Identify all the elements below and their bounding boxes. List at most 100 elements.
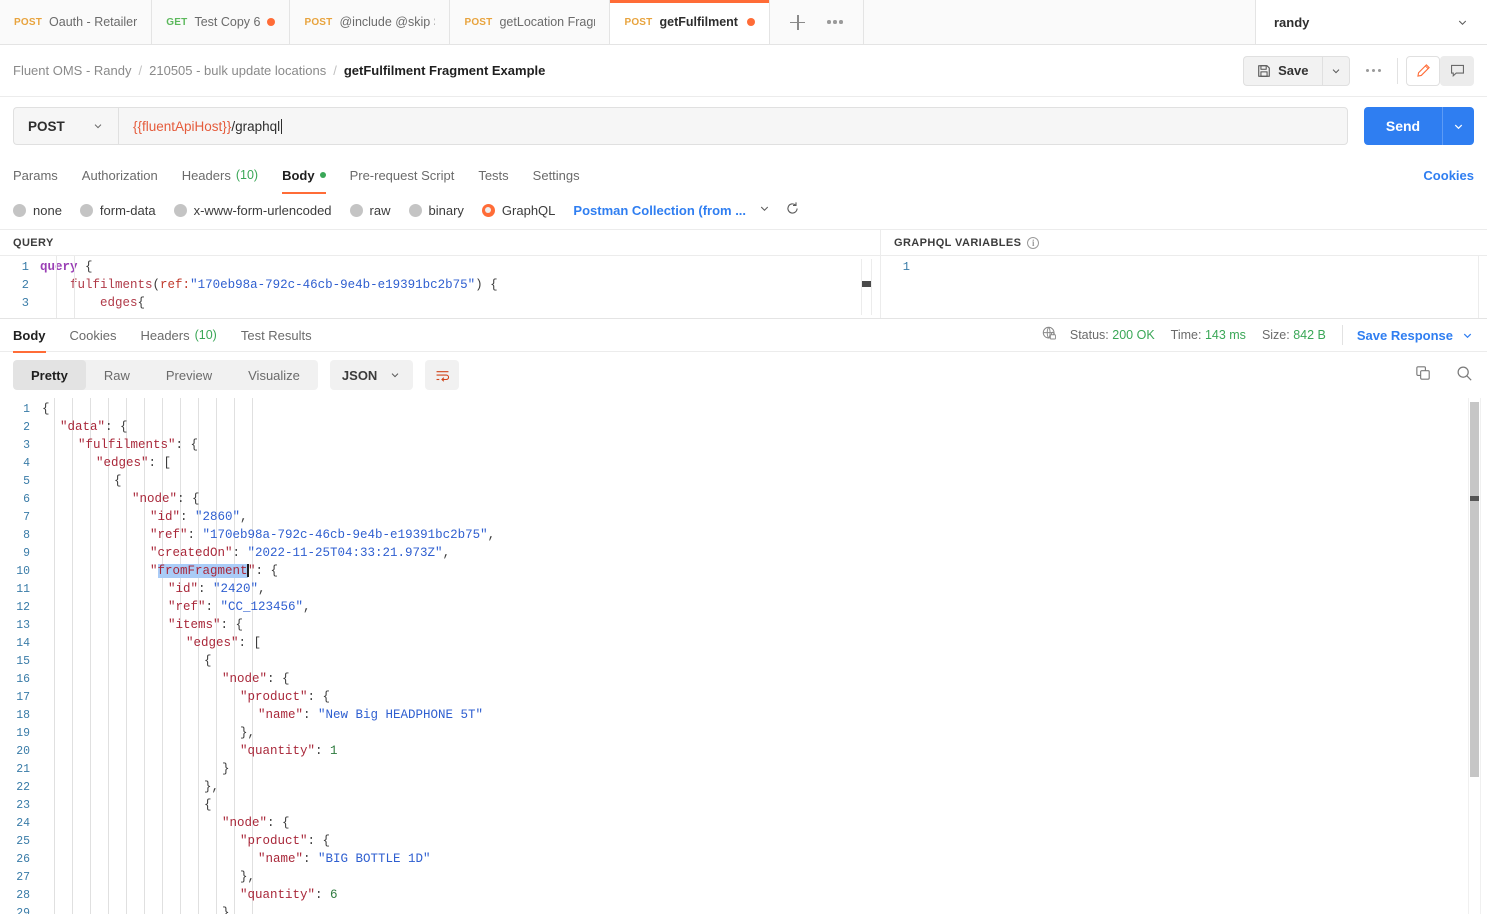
- tab-bar-actions: [770, 0, 864, 44]
- response-tab-test-results[interactable]: Test Results: [241, 318, 312, 352]
- save-button-group: Save: [1243, 56, 1349, 86]
- url-row: POST {{fluentApiHost}}/graphql Send: [0, 97, 1487, 157]
- line-number: 2: [0, 278, 40, 292]
- radio-button[interactable]: [482, 204, 495, 217]
- save-response-button[interactable]: Save Response: [1357, 328, 1474, 343]
- tab-bar-more-button[interactable]: [827, 20, 843, 24]
- response-language-selector[interactable]: JSON: [330, 360, 413, 390]
- response-json-text: "data": {: [42, 420, 128, 434]
- breadcrumb-item[interactable]: 210505 - bulk update locations: [149, 63, 326, 78]
- radio-button[interactable]: [174, 204, 187, 217]
- body-type-raw[interactable]: raw: [350, 203, 391, 218]
- http-method-selector[interactable]: POST: [13, 107, 118, 145]
- request-tab[interactable]: POST@include @skip Sample: [290, 0, 450, 44]
- query-editor[interactable]: 1query {2 fulfilments(ref:"170eb98a-792c…: [0, 255, 880, 318]
- request-tab[interactable]: POSTgetFulfilment Fragme: [610, 0, 770, 44]
- response-view-visualize[interactable]: Visualize: [230, 360, 318, 390]
- refresh-icon: [785, 201, 800, 216]
- request-tab-params[interactable]: Params: [13, 157, 58, 193]
- graphql-schema-caret[interactable]: [758, 202, 771, 218]
- radio-button[interactable]: [80, 204, 93, 217]
- word-wrap-button[interactable]: [425, 360, 459, 390]
- body-type-label: none: [33, 203, 62, 218]
- body-type-form-data[interactable]: form-data: [80, 203, 156, 218]
- body-type-graphql[interactable]: GraphQL: [482, 203, 555, 218]
- new-tab-button[interactable]: [790, 15, 805, 30]
- response-view-preview[interactable]: Preview: [148, 360, 230, 390]
- request-tab-pre-request-script[interactable]: Pre-request Script: [350, 157, 455, 193]
- send-options-button[interactable]: [1442, 107, 1474, 145]
- edit-request-button[interactable]: [1406, 56, 1440, 86]
- save-button[interactable]: Save: [1243, 56, 1321, 86]
- line-number: 1: [881, 260, 921, 274]
- request-tab-tests[interactable]: Tests: [478, 157, 508, 193]
- breadcrumb-row: Fluent OMS - Randy / 210505 - bulk update …: [0, 45, 1487, 97]
- variables-editor[interactable]: 1: [881, 255, 1487, 318]
- response-tab-cookies[interactable]: Cookies: [70, 318, 117, 352]
- request-tab[interactable]: POSTOauth - Retailer: [0, 0, 152, 44]
- request-tab-headers[interactable]: Headers(10): [182, 157, 258, 193]
- cookies-link[interactable]: Cookies: [1423, 168, 1474, 183]
- response-json-text: },: [42, 780, 219, 794]
- response-view-pretty[interactable]: Pretty: [13, 360, 86, 390]
- url-input[interactable]: {{fluentApiHost}}/graphql: [118, 107, 1348, 145]
- request-tab[interactable]: POSTgetLocation Fragment E: [450, 0, 610, 44]
- search-response-button[interactable]: [1455, 364, 1474, 386]
- query-editor-scrollbar-thumb[interactable]: [862, 281, 871, 287]
- line-number: 28: [0, 889, 42, 902]
- comments-button[interactable]: [1440, 56, 1474, 86]
- save-options-button[interactable]: [1322, 56, 1350, 86]
- info-icon[interactable]: i: [1027, 237, 1039, 249]
- response-json-line: 5{: [0, 472, 1487, 490]
- body-type-binary[interactable]: binary: [409, 203, 464, 218]
- response-scrollbar[interactable]: [1468, 398, 1481, 914]
- radio-button[interactable]: [350, 204, 363, 217]
- line-number: 21: [0, 763, 42, 776]
- request-tab[interactable]: GETTest Copy 6: [152, 0, 290, 44]
- response-json-line: 18"name": "New Big HEADPHONE 5T": [0, 706, 1487, 724]
- response-json-text: {: [42, 402, 50, 416]
- response-json-text: "ref": "170eb98a-792c-46cb-9e4b-e19391bc…: [42, 528, 495, 542]
- response-language-value: JSON: [342, 368, 377, 383]
- send-button[interactable]: Send: [1364, 107, 1442, 145]
- line-number: 10: [0, 565, 42, 578]
- request-tab-settings[interactable]: Settings: [533, 157, 580, 193]
- response-tab-headers[interactable]: Headers(10): [140, 318, 216, 352]
- response-json-line: 7"id": "2860",: [0, 508, 1487, 526]
- breadcrumb-separator: /: [139, 63, 143, 78]
- response-json-line: 3"fulfilments": {: [0, 436, 1487, 454]
- body-present-indicator-icon: [320, 172, 326, 178]
- query-editor-scrollbar[interactable]: [861, 259, 872, 315]
- response-section-tabs: Body Cookies Headers(10) Test Results: [13, 318, 336, 352]
- body-type-none[interactable]: none: [13, 203, 62, 218]
- request-tab-body[interactable]: Body: [282, 157, 326, 193]
- line-number: 17: [0, 691, 42, 704]
- response-scrollbar-thumb[interactable]: [1470, 402, 1479, 777]
- response-tab-body[interactable]: Body: [13, 318, 46, 352]
- variables-pane-title: GRAPHQL VARIABLES: [894, 237, 1021, 249]
- response-view-raw[interactable]: Raw: [86, 360, 148, 390]
- variables-editor-scrollbar[interactable]: [1478, 256, 1479, 318]
- tab-count: (10): [195, 328, 217, 342]
- radio-button[interactable]: [409, 204, 422, 217]
- body-type-x-www-form-urlencoded[interactable]: x-www-form-urlencoded: [174, 203, 332, 218]
- size-value: 842 B: [1293, 328, 1326, 342]
- refresh-schema-button[interactable]: [785, 201, 800, 219]
- query-pane: QUERY 1query {2 fulfilments(ref:"170eb98…: [0, 230, 880, 318]
- breadcrumb-item[interactable]: Fluent OMS - Randy: [13, 63, 132, 78]
- copy-button[interactable]: [1414, 364, 1433, 386]
- tab-label: Body: [282, 168, 315, 183]
- variables-line: 1: [881, 258, 1487, 276]
- environment-selector[interactable]: randy: [1255, 0, 1487, 44]
- tab-label: Cookies: [70, 328, 117, 343]
- line-number: 13: [0, 619, 42, 632]
- response-json-line: 26"name": "BIG BOTTLE 1D": [0, 850, 1487, 868]
- response-json-line: 17"product": {: [0, 688, 1487, 706]
- graphql-schema-selector[interactable]: Postman Collection (from ...: [573, 203, 746, 218]
- radio-button[interactable]: [13, 204, 26, 217]
- line-number: 19: [0, 727, 42, 740]
- response-body-viewer[interactable]: 1{2"data": {3"fulfilments": {4"edges": […: [0, 398, 1487, 914]
- request-more-button[interactable]: [1350, 69, 1398, 73]
- save-button-label: Save: [1278, 63, 1308, 78]
- request-tab-authorization[interactable]: Authorization: [82, 157, 158, 193]
